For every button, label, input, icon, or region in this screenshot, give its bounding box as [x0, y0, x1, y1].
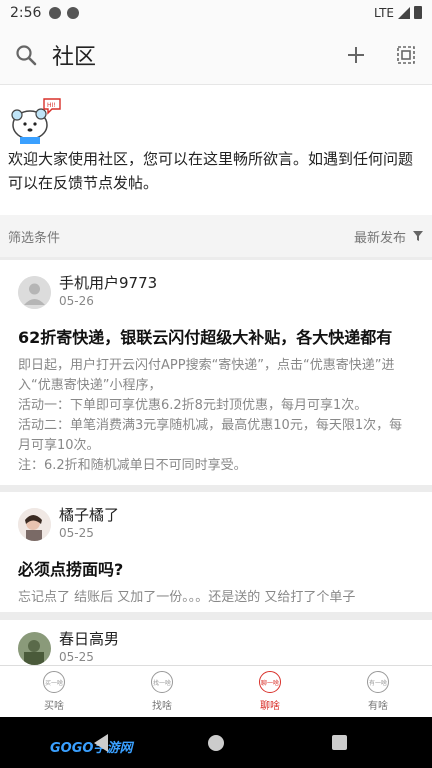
post-title[interactable]: 必须点捞面吗?	[18, 556, 414, 580]
post-date: 05-26	[59, 294, 94, 308]
tab-find[interactable]: 找一啥 找啥	[108, 666, 216, 717]
mascot-image: HI!	[8, 95, 62, 145]
avatar[interactable]	[18, 275, 51, 309]
chat-icon: 聊一啥	[259, 671, 281, 693]
app-bar: 社区	[0, 25, 432, 85]
welcome-text: 欢迎大家使用社区，您可以在这里畅所欲言。如遇到任何问题可以在反馈节点发帖。	[8, 150, 414, 192]
buy-icon: 买一啥	[43, 671, 65, 693]
search-icon[interactable]	[14, 43, 38, 67]
post-date: 05-25	[59, 650, 94, 664]
shield-icon	[49, 6, 62, 19]
post-author[interactable]: 橘子橘了	[59, 506, 119, 525]
tab-buy[interactable]: 买一啥 买啥	[0, 666, 108, 717]
network-label: LTE	[374, 5, 394, 20]
system-nav-bar: GOGO手游网	[0, 717, 432, 768]
recents-icon[interactable]	[332, 735, 347, 750]
post-author[interactable]: 春日高男	[59, 630, 119, 649]
filter-icon	[413, 231, 423, 241]
tab-have[interactable]: 有一啥 有啥	[324, 666, 432, 717]
post-card[interactable]: 手机用户9773 05-26 62折寄快递，银联云闪付超级大补贴，各大快递都有 …	[0, 260, 432, 485]
scan-icon[interactable]	[394, 43, 418, 67]
welcome-banner: HI! 欢迎大家使用社区，您可以在这里畅所欲言。如遇到任何问题可以在反馈节点发帖…	[0, 85, 432, 215]
page-title: 社区	[52, 44, 97, 70]
post-card[interactable]: 橘子橘了 05-25 必须点捞面吗? 忘记点了 结账后 又加了一份。。。还是送的…	[0, 492, 432, 612]
post-title[interactable]: 62折寄快递，银联云闪付超级大补贴，各大快递都有	[18, 324, 414, 348]
battery-icon	[414, 6, 422, 19]
avatar[interactable]	[18, 507, 51, 541]
back-icon[interactable]	[94, 733, 108, 752]
watermark-logo: GOGO手游网	[50, 741, 133, 756]
post-author[interactable]: 手机用户9773	[59, 274, 157, 293]
filter-bar: 筛选条件 最新发布	[0, 215, 432, 257]
signal-icon	[398, 6, 410, 19]
post-body: 即日起，用户打开云闪付APP搜索“寄快递”，点击“优惠寄快递”进入“优惠寄快递”…	[18, 358, 403, 473]
filter-label[interactable]: 筛选条件	[8, 227, 60, 246]
tab-chat[interactable]: 聊一啥 聊啥	[216, 666, 324, 717]
avatar[interactable]	[18, 631, 51, 665]
find-icon: 找一啥	[151, 671, 173, 693]
tab-label: 有啥	[368, 701, 388, 712]
sort-dropdown[interactable]: 最新发布	[354, 227, 424, 246]
tab-label: 买啥	[44, 701, 64, 712]
sort-label: 最新发布	[353, 230, 406, 246]
mascot-greeting: HI!	[47, 102, 56, 109]
post-card[interactable]: 春日高男 05-25	[0, 620, 432, 670]
bottom-tab-bar: 买一啥 买啥 找一啥 找啥 聊一啥 聊啥 有一啥 有啥	[0, 665, 432, 717]
status-bar: 2:56 LTE	[0, 0, 432, 25]
status-time: 2:56	[10, 4, 42, 21]
sync-icon	[67, 6, 80, 19]
tab-label: 聊啥	[260, 701, 280, 712]
add-icon[interactable]	[344, 43, 368, 67]
post-body: 忘记点了 结账后 又加了一份。。。还是送的 又给打了个单子	[18, 590, 356, 605]
post-date: 05-25	[59, 526, 94, 540]
have-icon: 有一啥	[367, 671, 389, 693]
tab-label: 找啥	[152, 701, 172, 712]
home-icon[interactable]	[208, 734, 224, 751]
